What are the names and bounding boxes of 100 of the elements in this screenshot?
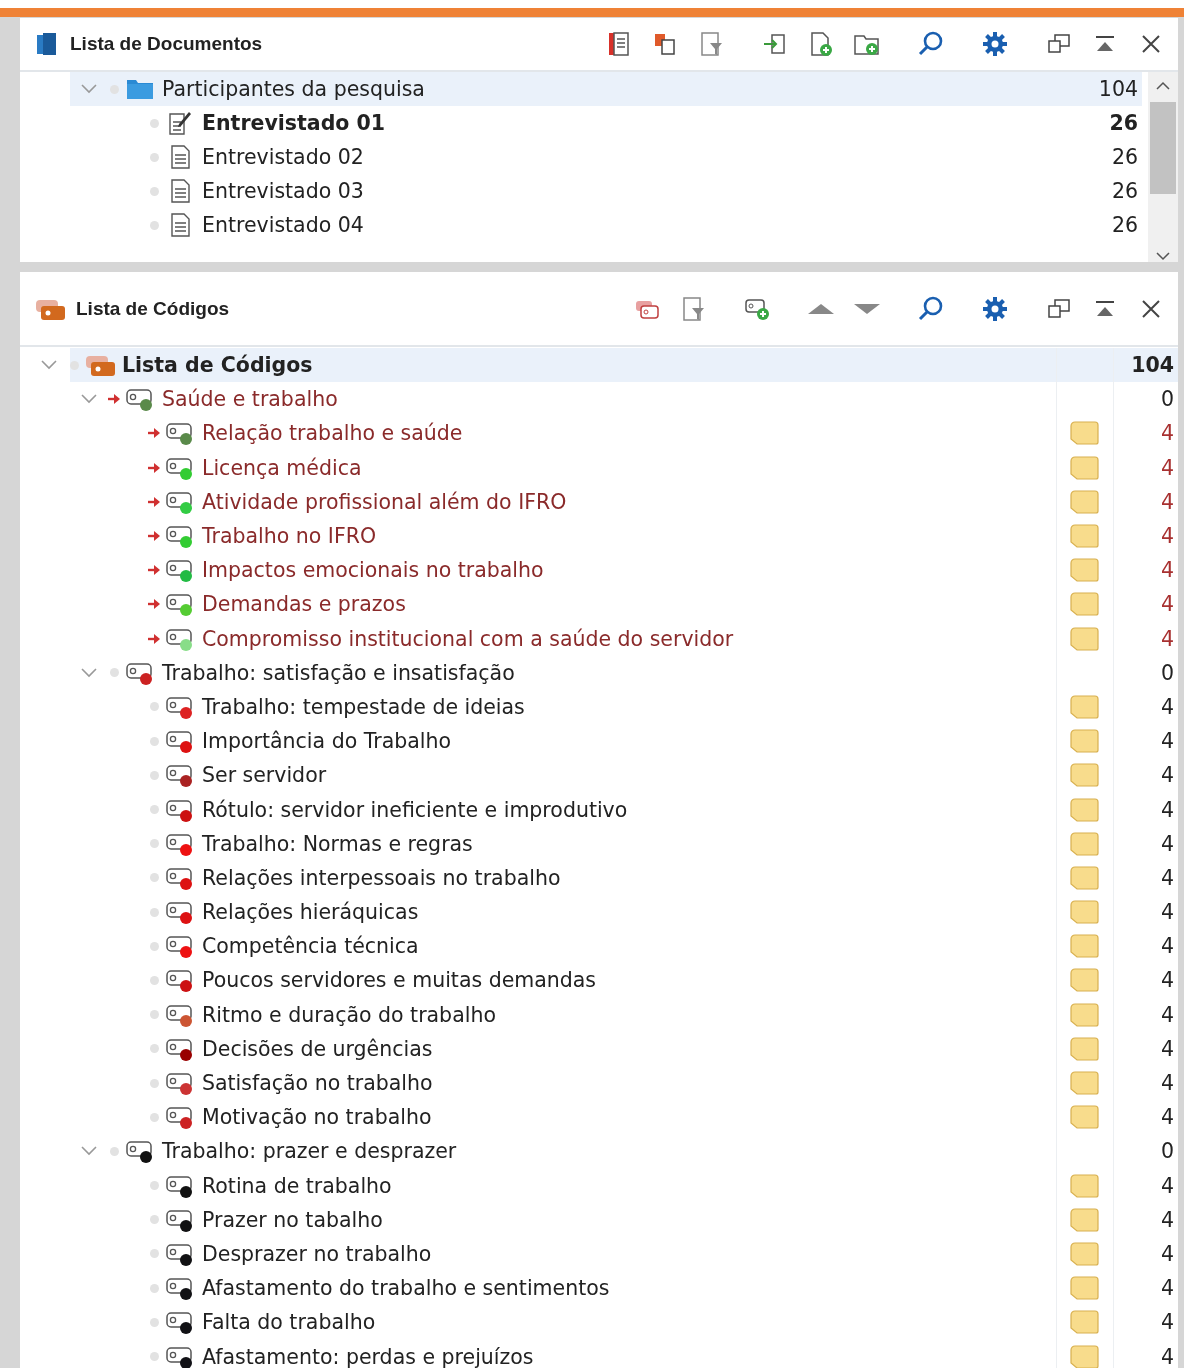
memo-icon[interactable] <box>1070 592 1100 617</box>
segment-count: 26 <box>1110 179 1139 203</box>
memo-icon[interactable] <box>1070 797 1100 822</box>
tree-row[interactable]: Motivação no trabalho 4 <box>20 1100 1178 1135</box>
memo-icon[interactable] <box>1070 694 1100 719</box>
memo-icon[interactable] <box>1070 489 1100 514</box>
tree-row[interactable]: Ser servidor 4 <box>20 758 1178 793</box>
tree-row[interactable]: Entrevistado 03 26 <box>20 174 1142 208</box>
memo-icon[interactable] <box>1070 763 1100 788</box>
memo-icon[interactable] <box>1070 900 1100 925</box>
memo-icon[interactable] <box>1070 934 1100 959</box>
memo-icon[interactable] <box>1070 1344 1100 1368</box>
code-name: Relações hieráquicas <box>202 900 420 925</box>
tree-row[interactable]: Atividade profissional além do IFRO 4 <box>20 484 1178 519</box>
tree-row[interactable]: Decisões de urgências 4 <box>20 1031 1178 1066</box>
memo-icon[interactable] <box>1070 1071 1100 1096</box>
segment-count: 104 <box>1097 77 1139 101</box>
status-dot <box>149 907 159 917</box>
memo-icon[interactable] <box>1070 1241 1100 1266</box>
memo-icon[interactable] <box>1070 729 1100 754</box>
memo-icon[interactable] <box>1070 1002 1100 1027</box>
status-dot <box>149 975 159 985</box>
status-dot <box>149 152 159 162</box>
status-dot <box>69 360 79 370</box>
memo-icon[interactable] <box>1070 865 1100 890</box>
tree-row[interactable]: Trabalho: prazer e desprazer 0 <box>20 1134 1178 1169</box>
tree-row[interactable]: Saúde e trabalho 0 <box>20 382 1178 417</box>
tree-row[interactable]: Desprazer no trabalho 4 <box>20 1236 1178 1272</box>
memo-icon[interactable] <box>1070 1173 1100 1198</box>
memo-icon[interactable] <box>1070 831 1100 856</box>
status-dot <box>149 1078 159 1088</box>
code-name: Poucos servidores e muitas demandas <box>202 968 598 993</box>
memo-icon[interactable] <box>1070 968 1100 993</box>
memo-icon[interactable] <box>1070 524 1100 549</box>
tree-row[interactable]: Rótulo: servidor ineficiente e improdutivo 4 <box>20 792 1178 827</box>
tree-row[interactable]: Trabalho: Normas e regras 4 <box>20 826 1178 861</box>
status-dot <box>149 1181 159 1191</box>
memo-icon[interactable] <box>1070 421 1100 446</box>
memo-icon[interactable] <box>1070 558 1100 583</box>
memo-icon[interactable] <box>1070 1310 1100 1335</box>
coded-segment-count: 4 <box>1159 1276 1175 1301</box>
tree-row[interactable]: Entrevistado 04 26 <box>20 208 1142 242</box>
code-name: Compromisso institucional com a saúde do servidor <box>202 626 735 651</box>
tree-row[interactable]: Relação trabalho e saúde 4 <box>20 416 1178 451</box>
tree-row[interactable]: Trabalho: satisfação e insatisfação 0 <box>20 655 1178 690</box>
expand-chevron-icon[interactable] <box>40 359 58 372</box>
memo-icon[interactable] <box>1070 626 1100 651</box>
code-name: Lista de Códigos <box>122 353 314 378</box>
coded-segment-count: 4 <box>1159 1207 1175 1232</box>
scroll-up-icon[interactable] <box>1155 80 1171 92</box>
coded-segment-count: 4 <box>1159 1071 1175 1096</box>
coded-segment-count: 4 <box>1159 865 1175 890</box>
code-name: Decisões de urgências <box>202 1036 434 1061</box>
tree-row[interactable]: Afastamento: perdas e prejuízos 4 <box>20 1339 1178 1368</box>
coded-segment-count: 4 <box>1159 1002 1175 1027</box>
memo-icon[interactable] <box>1070 455 1100 480</box>
tree-row[interactable]: Trabalho no IFRO 4 <box>20 518 1178 554</box>
tree-row[interactable]: Falta do trabalho 4 <box>20 1305 1178 1340</box>
tree-row[interactable]: Rotina de trabalho 4 <box>20 1168 1178 1203</box>
tree-row[interactable]: Satisfação no trabalho 4 <box>20 1065 1178 1101</box>
code-name: Competência técnica <box>202 934 420 959</box>
memo-icon[interactable] <box>1070 1276 1100 1301</box>
expand-chevron-icon[interactable] <box>80 1145 98 1158</box>
tree-row[interactable]: Ritmo e duração do trabalho 4 <box>20 997 1178 1032</box>
coded-segment-count: 4 <box>1159 455 1175 480</box>
memo-icon[interactable] <box>1070 1105 1100 1130</box>
tree-row[interactable]: Entrevistado 02 26 <box>20 140 1142 174</box>
tree-row[interactable]: Trabalho: tempestade de ideias 4 <box>20 689 1178 725</box>
tree-row[interactable]: Importância do Trabalho 4 <box>20 724 1178 759</box>
status-dot <box>149 1352 159 1362</box>
document-name: Entrevistado 03 <box>202 179 365 203</box>
tree-row[interactable]: Demandas e prazos 4 <box>20 587 1178 622</box>
tree-row[interactable]: Licença médica 4 <box>20 450 1178 485</box>
tree-row[interactable]: Entrevistado 01 26 <box>20 106 1142 140</box>
tree-row[interactable]: Relações interpessoais no trabalho 4 <box>20 860 1178 895</box>
status-dot <box>149 1044 159 1054</box>
expand-chevron-icon[interactable] <box>80 393 98 406</box>
document-name: Participantes da pesquisa <box>162 77 426 101</box>
code-name: Ser servidor <box>202 763 328 788</box>
expand-chevron-icon[interactable] <box>80 83 98 95</box>
code-name: Trabalho: satisfação e insatisfação <box>162 660 516 685</box>
code-name: Licença médica <box>202 455 363 480</box>
coded-segment-count: 4 <box>1159 1310 1175 1335</box>
tree-row[interactable]: Prazer no tabalho 4 <box>20 1202 1178 1237</box>
tree-row[interactable]: Compromisso institucional com a saúde do servidor 4 <box>20 621 1178 656</box>
code-name: Saúde e trabalho <box>162 387 339 412</box>
memo-icon[interactable] <box>1070 1207 1100 1232</box>
tree-row[interactable]: Impactos emocionais no trabalho 4 <box>20 553 1178 588</box>
coded-segment-count: 4 <box>1159 797 1175 822</box>
tree-row[interactable]: Competência técnica 4 <box>20 929 1178 964</box>
tree-row[interactable]: Afastamento do trabalho e sentimentos 4 <box>20 1271 1178 1306</box>
tree-row[interactable]: Poucos servidores e muitas demandas 4 <box>20 963 1178 998</box>
scrollbar[interactable] <box>1148 72 1178 262</box>
code-name: Relações interpessoais no trabalho <box>202 865 562 890</box>
coded-segment-count: 4 <box>1159 1241 1175 1266</box>
expand-chevron-icon[interactable] <box>80 666 98 679</box>
memo-icon[interactable] <box>1070 1036 1100 1061</box>
scroll-down-icon[interactable] <box>1155 250 1171 262</box>
code-name: Trabalho no IFRO <box>202 524 378 549</box>
tree-row[interactable]: Relações hieráquicas 4 <box>20 895 1178 930</box>
